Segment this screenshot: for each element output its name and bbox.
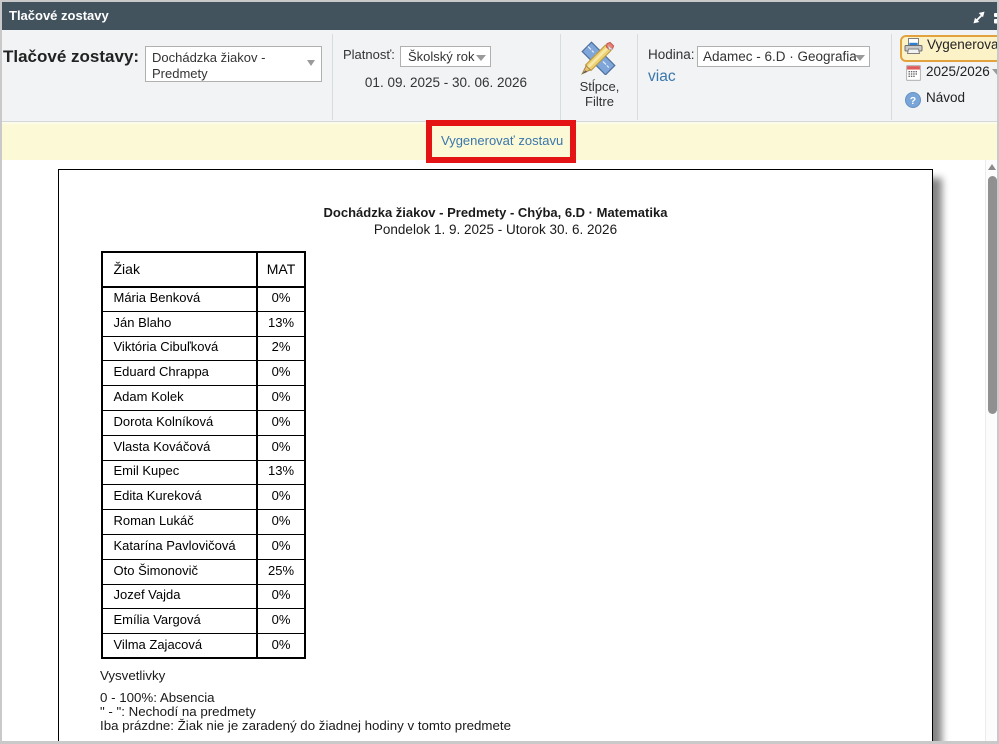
- svg-text:?: ?: [910, 95, 916, 107]
